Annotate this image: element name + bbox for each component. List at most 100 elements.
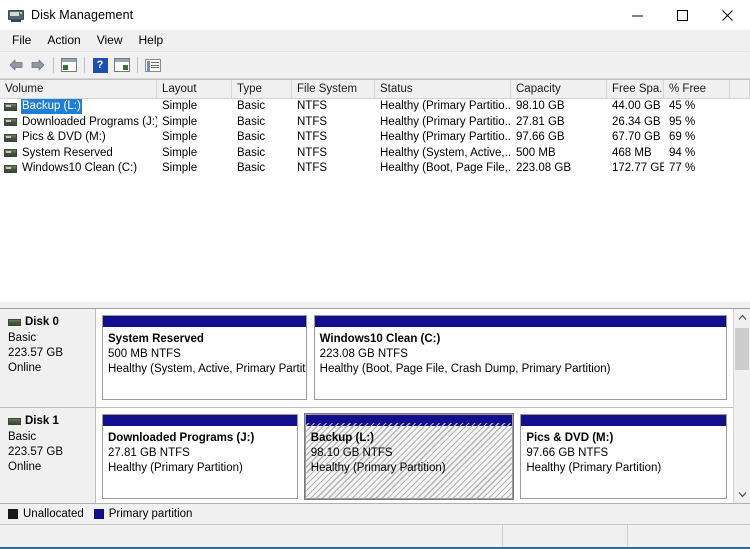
scroll-down-icon[interactable] xyxy=(734,486,750,503)
minimize-button[interactable] xyxy=(615,0,660,30)
partition-size-fs: 97.66 GB NTFS xyxy=(526,447,609,459)
disk-partitions-1: Downloaded Programs (J:) 27.81 GB NTFS H… xyxy=(96,408,733,503)
table-row[interactable]: Pics & DVD (M:) Simple Basic NTFS Health… xyxy=(0,130,750,146)
toolbar: ? xyxy=(0,52,750,79)
disk-status: Online xyxy=(8,461,42,473)
legend-swatch-primary-partition xyxy=(93,509,104,519)
forward-arrow-icon[interactable] xyxy=(27,54,49,76)
disk-partitions-0: System Reserved 500 MB NTFS Healthy (Sys… xyxy=(96,309,733,407)
disk-title-0: Disk 0 xyxy=(8,315,95,330)
table-row[interactable]: Backup (L:) Simple Basic NTFS Healthy (P… xyxy=(0,99,750,115)
cell-free-space: 67.70 GB xyxy=(612,131,661,144)
partition-details: Pics & DVD (M:) 97.66 GB NTFS Healthy (P… xyxy=(521,427,726,498)
cell-free-space: 44.00 GB xyxy=(612,100,661,113)
disk-status: Online xyxy=(8,362,42,374)
volume-name: Windows10 Clean (C:) xyxy=(22,162,138,175)
cell-file-system: NTFS xyxy=(297,146,328,159)
disk-info-1[interactable]: Disk 1 Basic 223.57 GB Online xyxy=(0,408,96,503)
partition-pics-and-dvd-m[interactable]: Pics & DVD (M:) 97.66 GB NTFS Healthy (P… xyxy=(520,414,727,499)
scrollbar-track[interactable] xyxy=(734,326,750,486)
partition-status: Healthy (Primary Partition) xyxy=(108,462,243,474)
partition-details: Downloaded Programs (J:) 27.81 GB NTFS H… xyxy=(103,427,297,498)
volume-list-rows: Backup (L:) Simple Basic NTFS Healthy (P… xyxy=(0,99,750,301)
menu-bar: File Action View Help xyxy=(0,30,750,52)
cell-volume: Backup (L:) xyxy=(0,99,157,115)
window-title: Disk Management xyxy=(31,8,134,22)
disk-title-1: Disk 1 xyxy=(8,414,95,429)
cell-percent-free: 95 % xyxy=(669,115,696,128)
cell-volume: Downloaded Programs (J:) xyxy=(0,115,157,130)
status-pane-3 xyxy=(628,525,750,547)
partition-size-fs: 500 MB NTFS xyxy=(108,348,181,360)
table-row[interactable]: Downloaded Programs (J:) Simple Basic NT… xyxy=(0,115,750,131)
legend-label-primary-partition: Primary partition xyxy=(108,508,193,520)
cell-status: Healthy (Primary Partitio... xyxy=(380,115,511,128)
cell-type: Basic xyxy=(237,131,266,144)
disk-type: Basic xyxy=(8,332,37,344)
cell-capacity: 500 MB xyxy=(516,146,556,159)
properties-icon[interactable] xyxy=(142,54,164,76)
partition-windows10-clean-c[interactable]: Windows10 Clean (C:) 223.08 GB NTFS Heal… xyxy=(313,315,727,400)
table-row[interactable]: System Reserved Simple Basic NTFS Health… xyxy=(0,146,750,162)
window-controls xyxy=(615,0,750,30)
menu-help[interactable]: Help xyxy=(131,31,172,50)
volume-drive-icon xyxy=(4,102,17,111)
table-row[interactable]: Windows10 Clean (C:) Simple Basic NTFS H… xyxy=(0,161,750,177)
partition-details: System Reserved 500 MB NTFS Healthy (Sys… xyxy=(103,328,306,399)
toolbar-separator xyxy=(84,57,85,73)
show-hide-console-tree-icon[interactable] xyxy=(58,54,80,76)
cell-type: Basic xyxy=(237,100,266,113)
cell-layout: Simple xyxy=(162,100,198,113)
cell-free-space: 468 MB xyxy=(612,146,652,159)
disk-row-1: Disk 1 Basic 223.57 GB Online Downloaded… xyxy=(0,408,733,503)
column-header-capacity[interactable]: Capacity xyxy=(511,80,607,98)
legend-swatch-unallocated xyxy=(8,509,18,519)
partition-details: Windows10 Clean (C:) 223.08 GB NTFS Heal… xyxy=(315,328,726,399)
column-header-file-system[interactable]: File System xyxy=(292,80,375,98)
scrollbar-thumb[interactable] xyxy=(735,328,749,370)
partition-system-reserved[interactable]: System Reserved 500 MB NTFS Healthy (Sys… xyxy=(102,315,307,400)
cell-file-system: NTFS xyxy=(297,115,328,128)
partition-color-bar xyxy=(103,415,297,427)
cell-layout: Simple xyxy=(162,115,198,128)
status-pane-2 xyxy=(503,525,628,547)
close-button[interactable] xyxy=(705,0,750,30)
scroll-up-icon[interactable] xyxy=(734,309,750,326)
back-arrow-icon[interactable] xyxy=(5,54,27,76)
cell-file-system: NTFS xyxy=(297,162,328,175)
column-header-free-space[interactable]: Free Spa... xyxy=(607,80,664,98)
graphical-view-content: Disk 0 Basic 223.57 GB Online System Res… xyxy=(0,309,733,503)
menu-file[interactable]: File xyxy=(4,31,39,50)
cell-status: Healthy (Primary Partitio... xyxy=(380,131,511,144)
cell-status: Healthy (System, Active,... xyxy=(380,146,511,159)
column-header-type[interactable]: Type xyxy=(232,80,292,98)
volume-name: System Reserved xyxy=(22,146,113,159)
column-header-extra[interactable] xyxy=(730,80,750,98)
column-header-percent-free[interactable]: % Free xyxy=(664,80,730,98)
help-icon[interactable]: ? xyxy=(89,54,111,76)
column-header-volume[interactable]: Volume xyxy=(0,80,157,98)
volume-drive-icon xyxy=(4,133,17,142)
show-hide-action-pane-icon[interactable] xyxy=(111,54,133,76)
column-header-status[interactable]: Status xyxy=(375,80,511,98)
cell-status: Healthy (Primary Partitio... xyxy=(380,100,511,113)
partition-status: Healthy (Boot, Page File, Crash Dump, Pr… xyxy=(319,363,611,375)
cell-free-space: 26.34 GB xyxy=(612,115,661,128)
cell-percent-free: 94 % xyxy=(669,146,696,159)
partition-backup-l[interactable]: Backup (L:) 98.10 GB NTFS Healthy (Prima… xyxy=(303,413,515,500)
disk-type: Basic xyxy=(8,431,37,443)
menu-view[interactable]: View xyxy=(89,31,131,50)
menu-action[interactable]: Action xyxy=(39,31,88,50)
pane-splitter[interactable] xyxy=(0,301,750,309)
volume-drive-icon xyxy=(4,164,17,173)
disk-drive-icon xyxy=(8,418,21,425)
cell-file-system: NTFS xyxy=(297,100,328,113)
column-header-layout[interactable]: Layout xyxy=(157,80,232,98)
cell-capacity: 97.66 GB xyxy=(516,131,565,144)
disk-info-0[interactable]: Disk 0 Basic 223.57 GB Online xyxy=(0,309,96,407)
maximize-button[interactable] xyxy=(660,0,705,30)
legend-item-unallocated: Unallocated xyxy=(8,508,84,520)
partition-downloaded-programs-j[interactable]: Downloaded Programs (J:) 27.81 GB NTFS H… xyxy=(102,414,298,499)
cell-file-system: NTFS xyxy=(297,131,328,144)
graphical-view-scrollbar[interactable] xyxy=(733,309,750,503)
